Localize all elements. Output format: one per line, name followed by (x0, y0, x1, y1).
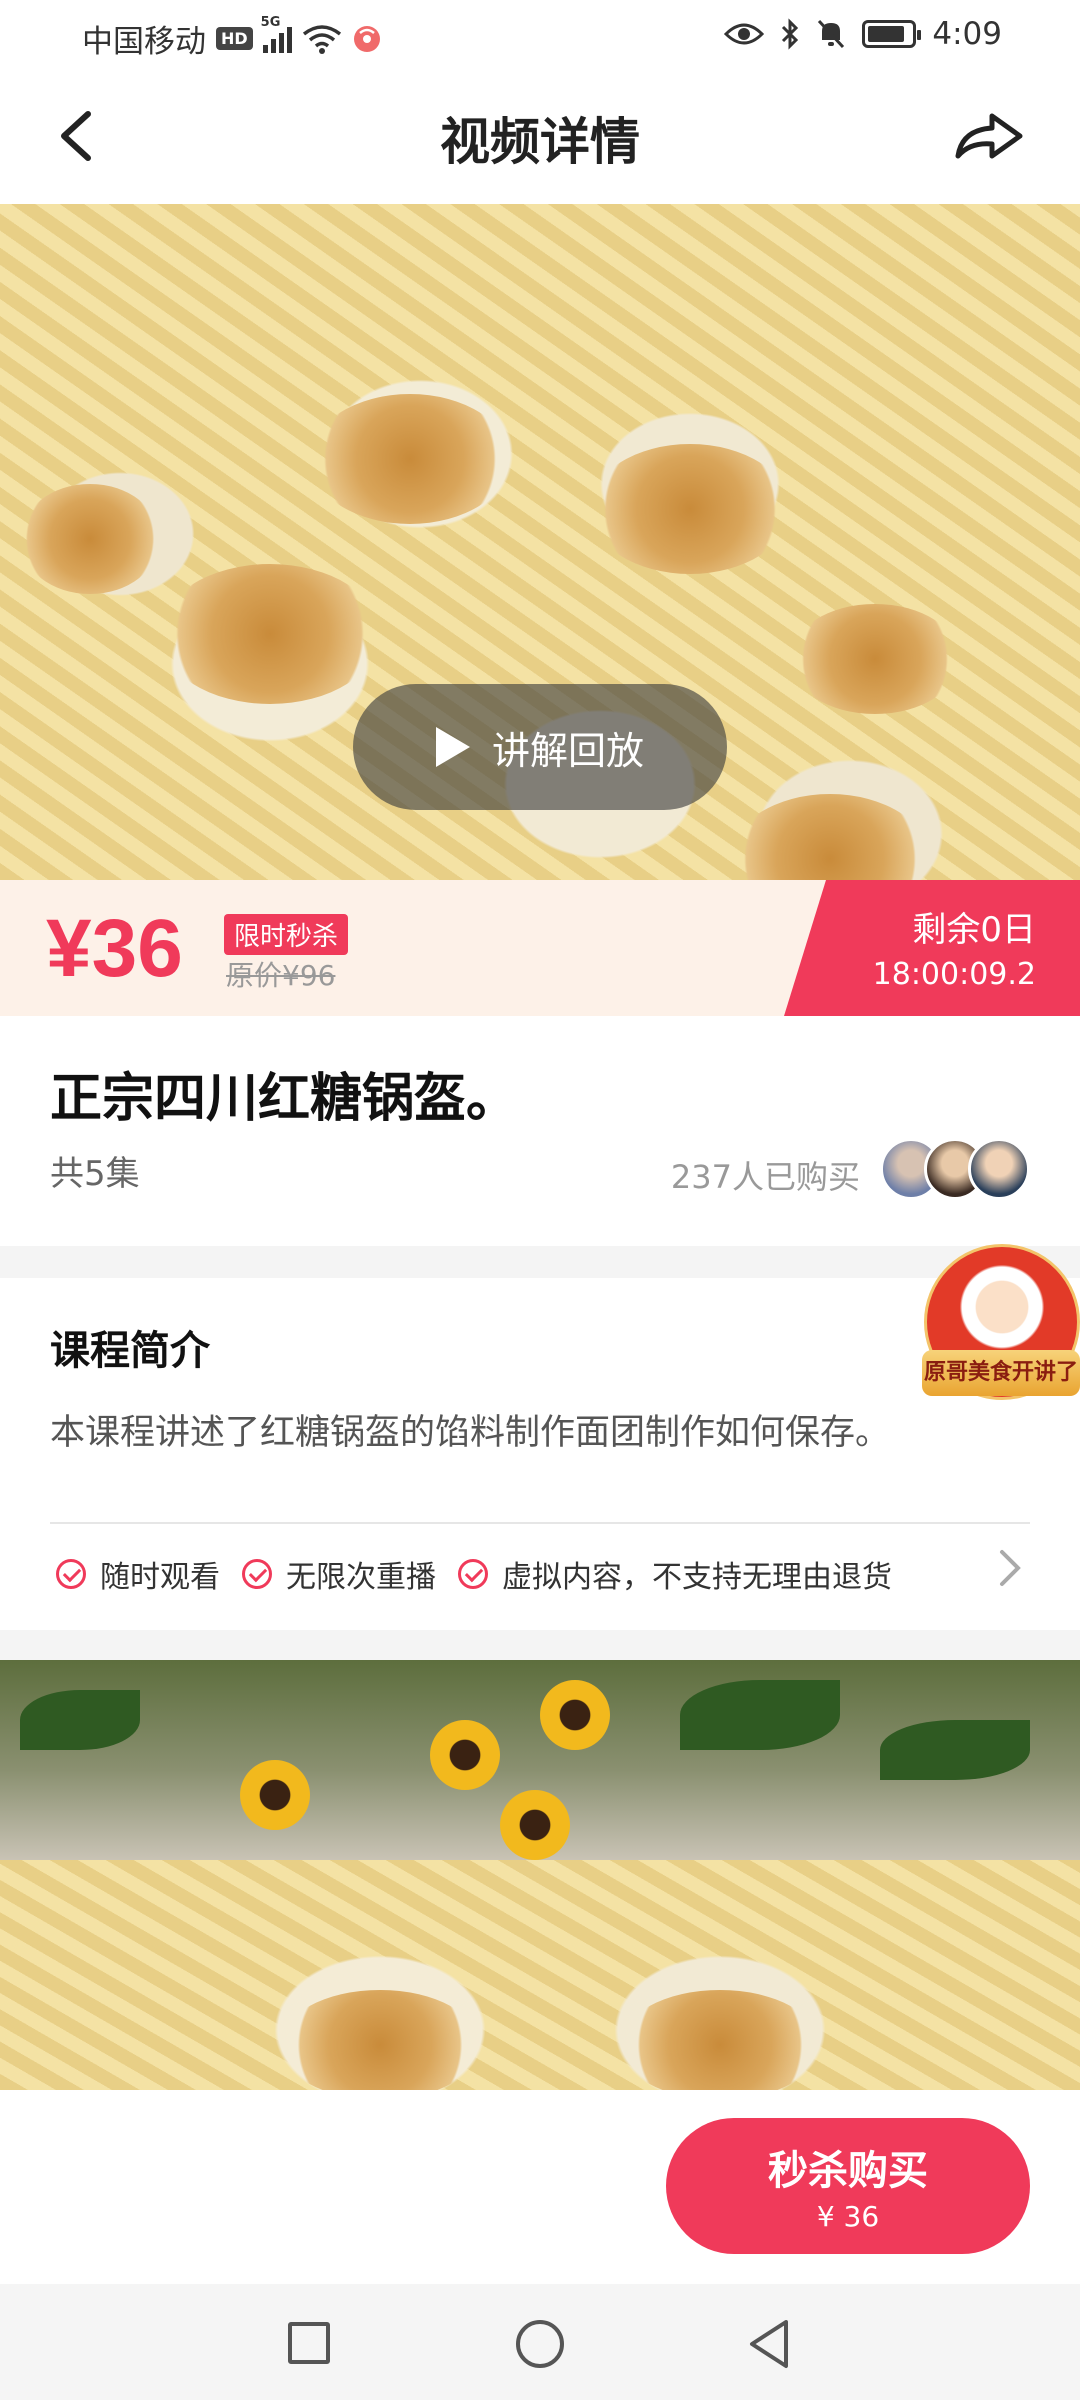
status-time: 4:09 (932, 16, 1002, 52)
system-nav-bar (0, 2284, 1080, 2400)
status-bar: 中国移动 HD 5G 4:09 (0, 0, 1080, 72)
feature-item: 虚拟内容，不支持无理由退货 (458, 1552, 892, 1596)
signal-icon: 5G (261, 15, 292, 53)
carrier-label: 中国移动 (82, 24, 206, 60)
bun-crust (590, 444, 790, 574)
recent-apps-icon[interactable] (288, 2322, 330, 2364)
episode-count: 共5集 (50, 1154, 140, 1194)
bun-crust (160, 564, 380, 704)
feature-list[interactable]: 随时观看 无限次重播 虚拟内容，不支持无理由退货 (56, 1552, 914, 1596)
screen: 中国移动 HD 5G 4:09 视频详情 讲解回放 ¥36 限时秒杀 原价¥96… (0, 0, 1080, 2400)
price-band: ¥36 限时秒杀 原价¥96 剩余0日 18:00:09.2 (0, 880, 1080, 1016)
feature-label: 随时观看 (100, 1560, 220, 1595)
course-info: 正宗四川红糖锅盔。 共5集 237人已购买 (0, 1016, 1080, 1246)
check-circle-icon (458, 1559, 488, 1589)
chef-promo-banner[interactable]: 原哥美食开讲了 (922, 1350, 1080, 1396)
bluetooth-icon (782, 18, 799, 50)
sunflower (500, 1790, 570, 1860)
feature-item: 无限次重播 (242, 1552, 436, 1596)
countdown-panel: 剩余0日 18:00:09.2 (784, 880, 1080, 1016)
battery-icon (862, 20, 922, 48)
course-intro: 课程简介 本课程讲述了红糖锅盔的馅料制作面团制作如何保存。 随时观看 无限次重播… (0, 1278, 1080, 1630)
eye-icon (724, 23, 765, 45)
avatar (968, 1138, 1030, 1200)
home-icon[interactable] (516, 2320, 564, 2368)
bun-crust (790, 604, 960, 714)
play-icon (435, 727, 470, 767)
sunflower (540, 1680, 610, 1750)
chevron-right-icon[interactable] (990, 1546, 1030, 1590)
bun-crust (20, 484, 160, 594)
flash-buy-button[interactable]: 秒杀购买 ¥ 36 (666, 2118, 1030, 2254)
wifi-icon (302, 24, 341, 54)
action-bar: 秒杀购买 ¥ 36 (0, 2090, 1080, 2284)
feature-item: 随时观看 (56, 1552, 220, 1596)
page-title: 视频详情 (440, 113, 640, 171)
bun-crust (280, 1990, 480, 2090)
mute-icon (818, 19, 845, 49)
bun-crust (620, 1990, 820, 2090)
hotspot-icon (353, 25, 380, 52)
course-title: 正宗四川红糖锅盔。 (50, 1069, 519, 1129)
replay-label: 讲解回放 (491, 728, 644, 773)
purchase-count: 237人已购买 (670, 1158, 860, 1196)
check-circle-icon (56, 1559, 86, 1589)
buy-label: 秒杀购买 (768, 2148, 928, 2194)
bun-crust (730, 794, 930, 880)
countdown-time: 18:00:09.2 (872, 957, 1036, 992)
share-icon[interactable] (952, 106, 1028, 166)
intro-heading: 课程简介 (50, 1328, 210, 1374)
check-circle-icon (242, 1559, 272, 1589)
leaf (20, 1690, 140, 1750)
intro-text: 本课程讲述了红糖锅盔的馅料制作面团制作如何保存。 (50, 1413, 891, 1453)
nav-header: 视频详情 (0, 72, 1080, 204)
countdown-days: 剩余0日 (912, 910, 1036, 950)
detail-image (0, 1660, 1080, 2090)
sunflower (430, 1720, 500, 1790)
hd-badge: HD (216, 27, 253, 50)
buy-price: ¥ 36 (816, 2200, 880, 2233)
leaf (680, 1680, 840, 1750)
hero-image[interactable]: 讲解回放 (0, 204, 1080, 880)
original-price: 原价¥96 (226, 959, 336, 992)
divider (50, 1522, 1030, 1524)
sunflower (240, 1760, 310, 1830)
current-price: ¥36 (46, 903, 183, 994)
bun-crust (310, 394, 510, 524)
system-back-icon[interactable] (746, 2318, 794, 2370)
section-divider (0, 1630, 1080, 1660)
feature-label: 无限次重播 (286, 1560, 436, 1595)
buyer-avatars (880, 1138, 1030, 1200)
feature-label: 虚拟内容，不支持无理由退货 (502, 1560, 892, 1595)
section-divider (0, 1246, 1080, 1278)
flash-sale-badge: 限时秒杀 (224, 914, 349, 955)
leaf (880, 1720, 1030, 1780)
replay-button[interactable]: 讲解回放 (353, 684, 727, 810)
